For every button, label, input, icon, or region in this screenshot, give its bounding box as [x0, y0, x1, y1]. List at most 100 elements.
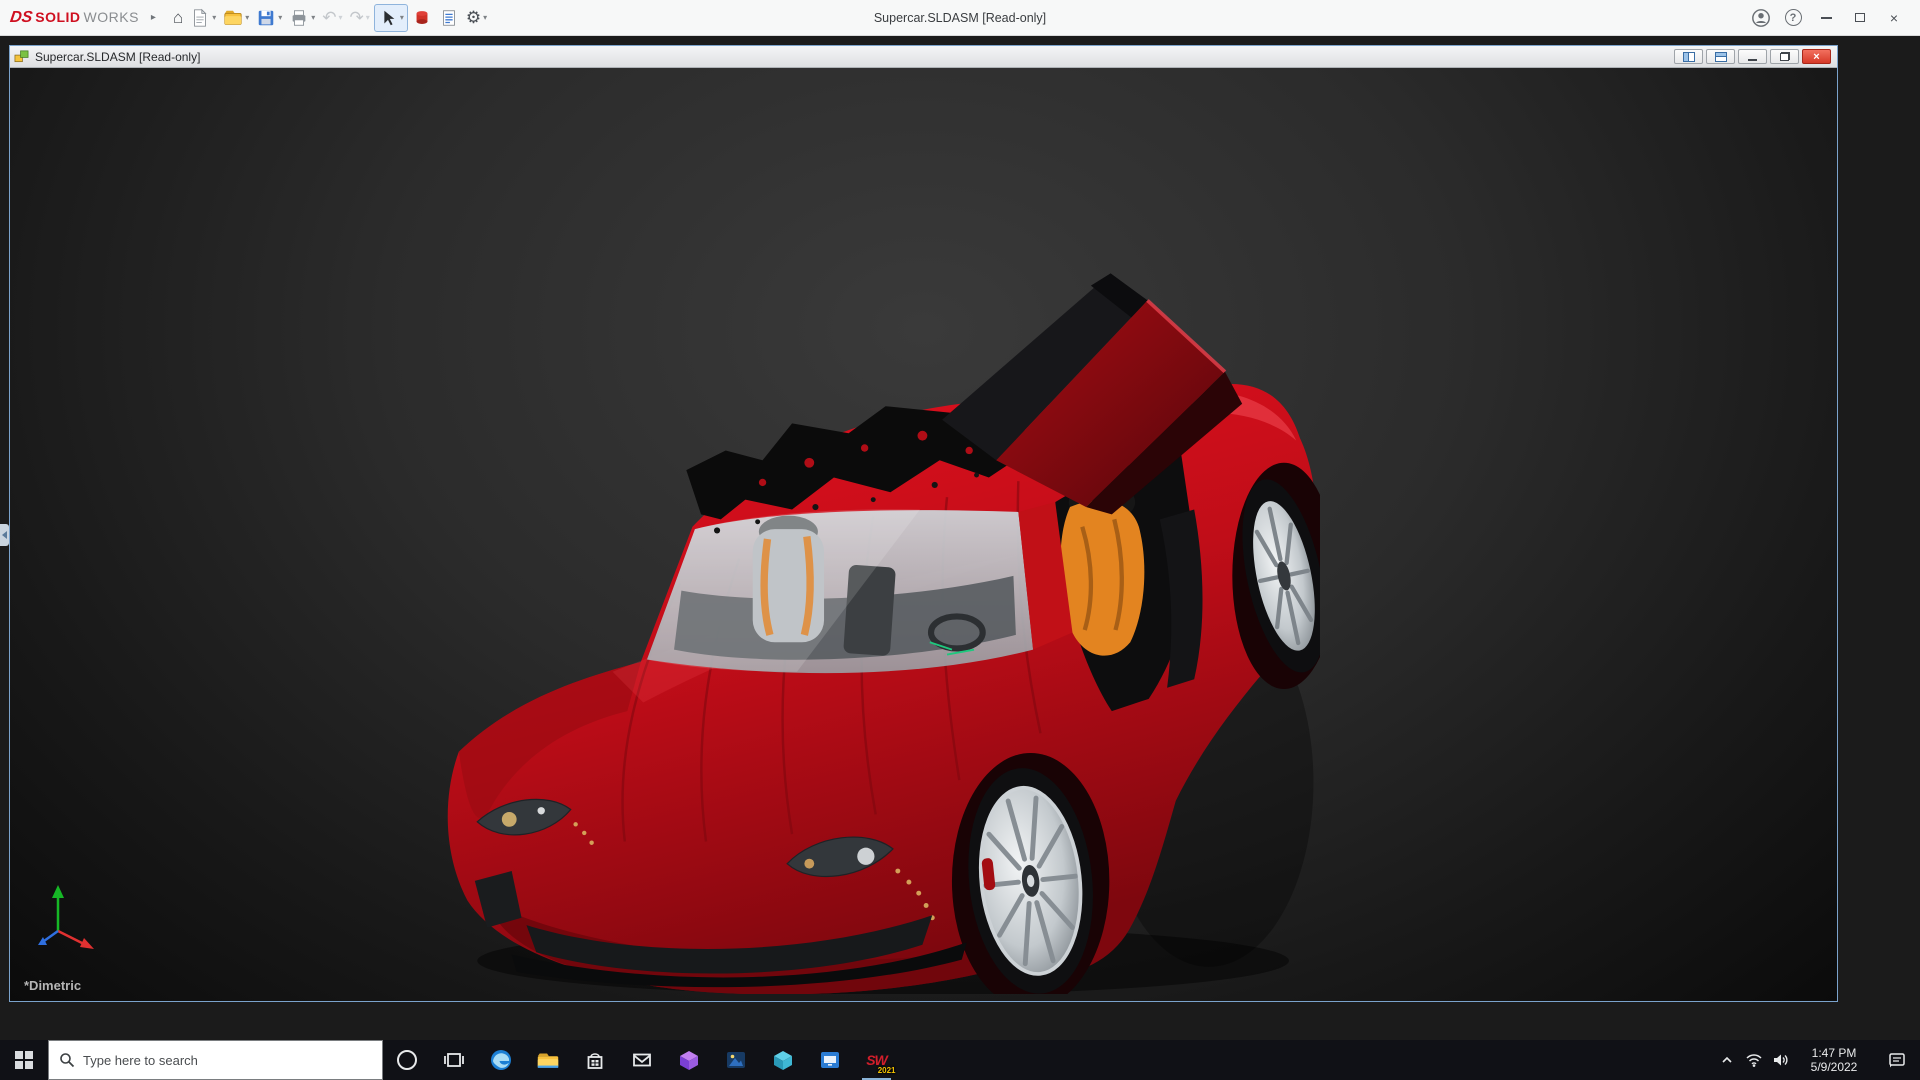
file-properties-button[interactable] [436, 4, 462, 32]
network-button[interactable] [1740, 1040, 1767, 1080]
file-properties-icon [439, 8, 459, 28]
featuremanager-flyout-tab[interactable] [0, 524, 9, 546]
document-window: Supercar.SLDASM [Read-only] [9, 45, 1838, 1002]
microsoft-store-icon [583, 1048, 607, 1072]
print-icon [289, 8, 309, 28]
mail-icon [630, 1048, 654, 1072]
new-document-icon [190, 8, 210, 28]
orientation-triad [34, 879, 100, 961]
speaker-icon [1772, 1052, 1790, 1068]
solidworks-year-badge: 2021 [878, 1066, 896, 1075]
taskbar-item-cortana[interactable] [383, 1040, 430, 1080]
taskbar-search[interactable] [48, 1040, 383, 1080]
app-titlebar: DS SOLIDWORKS ▸ ⌂ ▾ ▾ [0, 0, 1920, 36]
dropdown-arrow-icon[interactable]: ▾ [212, 13, 216, 22]
open-folder-icon [223, 8, 243, 28]
taskbar-item-photos[interactable] [712, 1040, 759, 1080]
redo-icon: ↷ [350, 9, 364, 26]
chevron-left-icon [2, 531, 7, 539]
document-window-buttons: × [1674, 49, 1833, 64]
options-button[interactable]: ⚙ ▾ [463, 4, 490, 32]
brand-solid-text: SOLID [35, 9, 80, 25]
redo-button[interactable]: ↷ ▾ [347, 4, 373, 32]
rebuild-button[interactable] [409, 4, 435, 32]
dropdown-arrow-icon[interactable]: ▾ [400, 13, 404, 22]
undo-button[interactable]: ↶ ▾ [319, 4, 345, 32]
select-cursor-icon [378, 8, 398, 28]
pane-split-button[interactable] [1674, 49, 1703, 64]
maximize-icon [1855, 13, 1865, 22]
taskbar-item-mixed-reality[interactable] [665, 1040, 712, 1080]
dropdown-arrow-icon[interactable]: ▾ [278, 13, 282, 22]
document-close-button[interactable]: × [1802, 49, 1831, 64]
x-axis [58, 931, 86, 945]
view-orientation-label: *Dimetric [24, 978, 81, 993]
titlebar-right-controls: ? × [1746, 4, 1910, 32]
menu-flyout-arrow-icon[interactable]: ▸ [151, 12, 156, 23]
save-button[interactable]: ▾ [253, 4, 285, 32]
mdi-client-area: Supercar.SLDASM [Read-only] [0, 36, 1920, 1040]
action-center-icon [1888, 1052, 1906, 1068]
search-icon [59, 1052, 75, 1068]
ds-logo-mark: DS [9, 9, 34, 27]
taskbar-item-solidworks[interactable]: SW 2021 [853, 1040, 900, 1080]
pane-single-button[interactable] [1706, 49, 1735, 64]
edge-browser-icon [489, 1048, 513, 1072]
home-button[interactable]: ⌂ [170, 4, 186, 32]
taskbar-item-file-explorer[interactable] [524, 1040, 571, 1080]
volume-button[interactable] [1767, 1040, 1794, 1080]
dropdown-arrow-icon[interactable]: ▾ [366, 13, 370, 22]
screen: DS SOLIDWORKS ▸ ⌂ ▾ ▾ [0, 0, 1920, 1080]
dropdown-arrow-icon[interactable]: ▾ [311, 13, 315, 22]
open-button[interactable]: ▾ [220, 4, 252, 32]
account-button[interactable] [1746, 4, 1776, 32]
taskbar-item-3d-viewer[interactable] [759, 1040, 806, 1080]
taskbar-item-store[interactable] [571, 1040, 618, 1080]
dropdown-arrow-icon[interactable]: ▾ [245, 13, 249, 22]
close-button[interactable]: × [1878, 4, 1910, 32]
document-minimize-button[interactable] [1738, 49, 1767, 64]
photos-icon [724, 1048, 748, 1072]
quick-access-toolbar: ⌂ ▾ ▾ [170, 4, 490, 32]
taskbar-clock[interactable]: 1:47 PM 5/9/2022 [1794, 1046, 1874, 1074]
blue-monitor-icon [818, 1048, 842, 1072]
purple-cube-icon [677, 1048, 701, 1072]
new-document-button[interactable]: ▾ [187, 4, 219, 32]
supercar-model[interactable] [440, 266, 1320, 994]
maximize-button[interactable] [1844, 4, 1876, 32]
document-titlebar[interactable]: Supercar.SLDASM [Read-only] [10, 46, 1837, 68]
viewport-3d[interactable]: *Dimetric [10, 68, 1837, 1001]
print-button[interactable]: ▾ [286, 4, 318, 32]
select-tool-button[interactable]: ▾ [374, 4, 408, 32]
search-input[interactable] [83, 1053, 372, 1068]
help-button[interactable]: ? [1778, 4, 1808, 32]
taskbar-item-remote-display[interactable] [806, 1040, 853, 1080]
windows-logo-icon [15, 1051, 33, 1069]
assembly-document-icon [14, 49, 29, 64]
home-icon: ⌂ [173, 9, 183, 26]
user-account-icon [1751, 8, 1771, 28]
start-button[interactable] [0, 1040, 48, 1080]
help-icon: ? [1785, 9, 1802, 26]
task-view-icon [442, 1048, 466, 1072]
minimize-button[interactable] [1810, 4, 1842, 32]
dropdown-arrow-icon[interactable]: ▾ [339, 13, 343, 22]
rebuild-icon [412, 8, 432, 28]
undo-icon: ↶ [322, 9, 336, 26]
action-center-button[interactable] [1874, 1040, 1920, 1080]
brand-works-text: WORKS [84, 9, 139, 25]
taskbar-item-mail[interactable] [618, 1040, 665, 1080]
hidden-icons-button[interactable] [1713, 1040, 1740, 1080]
document-restore-button[interactable] [1770, 49, 1799, 64]
cortana-icon [395, 1048, 419, 1072]
taskbar-item-edge[interactable] [477, 1040, 524, 1080]
save-icon [256, 8, 276, 28]
solidworks-logo: DS SOLIDWORKS [10, 9, 139, 27]
dropdown-arrow-icon[interactable]: ▾ [483, 13, 487, 22]
file-explorer-icon [535, 1048, 561, 1072]
document-title: Supercar.SLDASM [Read-only] [35, 50, 200, 64]
clock-time: 1:47 PM [1812, 1046, 1857, 1060]
taskbar-item-task-view[interactable] [430, 1040, 477, 1080]
chevron-up-icon [1720, 1053, 1734, 1067]
taskbar: SW 2021 [0, 1040, 1920, 1080]
